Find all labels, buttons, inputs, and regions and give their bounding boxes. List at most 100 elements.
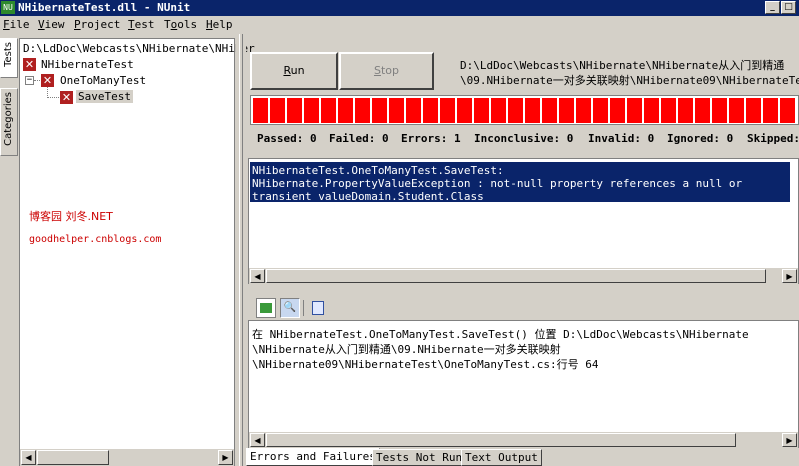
magnifier-icon[interactable]: 🔍 (280, 298, 300, 318)
tree-connector (47, 97, 59, 99)
nunit-app-icon: NU (1, 1, 15, 14)
watermark-url: goodhelper.cnblogs.com (29, 234, 162, 245)
tab-errors-and-failures[interactable]: Errors and Failures (246, 448, 380, 466)
error-item-selected[interactable]: NHibernateTest.OneToManyTest.SaveTest: N… (250, 162, 790, 203)
progress-block (474, 98, 489, 123)
tab-tests[interactable]: Tests (0, 38, 18, 78)
stack-trace-panel[interactable]: 在 NHibernateTest.OneToManyTest.SaveTest(… (248, 320, 799, 448)
inconclusive-count: Inconclusive: 0 (474, 132, 574, 145)
progress-block (304, 98, 319, 123)
error-message-cont: transient valueDomain.Student.Class (252, 190, 484, 203)
progress-block (287, 98, 302, 123)
menu-view[interactable]: View (38, 18, 65, 32)
source-code-icon[interactable] (256, 298, 276, 318)
progress-block (729, 98, 744, 123)
progress-block (525, 98, 540, 123)
scroll-thumb[interactable] (266, 269, 766, 283)
toolbar-separator (303, 300, 304, 316)
collapse-toggle[interactable]: − (25, 76, 34, 85)
scroll-left-button[interactable]: ◀ (250, 433, 265, 447)
stack-trace-line-2: \NHibernate从入门到精通\09.NHibernate一对多关联映射 (252, 343, 561, 356)
tab-tests-not-run[interactable]: Tests Not Run (372, 449, 467, 466)
progress-block (355, 98, 370, 123)
pane-splitter[interactable] (236, 34, 246, 466)
failed-icon: ✕ (41, 74, 54, 87)
progress-block (338, 98, 353, 123)
progress-block (644, 98, 659, 123)
progress-block (542, 98, 557, 123)
tree-hscrollbar[interactable]: ◀ ▶ (20, 448, 234, 466)
tab-categories-label: Categories (3, 92, 14, 146)
error-test-name: NHibernateTest.OneToManyTest.SaveTest: (252, 164, 504, 177)
tree-connector (34, 80, 40, 82)
progress-block (678, 98, 693, 123)
scroll-thumb[interactable] (266, 433, 736, 447)
test-tree[interactable]: D:\LdDoc\Webcasts\NHibernate\NHiber ✕ NH… (19, 38, 255, 466)
passed-count: Passed: 0 (257, 132, 317, 145)
progress-block (440, 98, 455, 123)
run-path-line-2: \09.NHibernate一对多关联映射\NHibernate09\NHibe… (460, 74, 799, 87)
run-button[interactable]: Run (250, 52, 338, 90)
menu-bar: File View Project Test Tools Help (0, 16, 799, 34)
scroll-right-button[interactable]: ▶ (782, 433, 797, 447)
tab-text-output[interactable]: Text Output (461, 449, 542, 466)
scroll-thumb[interactable] (37, 450, 109, 465)
progress-block (457, 98, 472, 123)
stack-trace-line-1: 在 NHibernateTest.OneToManyTest.SaveTest(… (252, 328, 749, 341)
progress-block (712, 98, 727, 123)
trace-hscrollbar[interactable]: ◀ ▶ (249, 431, 798, 448)
menu-file[interactable]: File (3, 18, 30, 32)
copy-icon[interactable] (308, 298, 328, 318)
skipped-count: Skipped: (747, 132, 799, 145)
progress-block (746, 98, 761, 123)
failed-icon: ✕ (60, 91, 73, 104)
failed-count: Failed: 0 (329, 132, 389, 145)
progress-block (780, 98, 795, 123)
tab-categories[interactable]: Categories (0, 88, 18, 156)
scroll-left-button[interactable]: ◀ (21, 450, 36, 465)
scroll-right-button[interactable]: ▶ (782, 269, 797, 283)
progress-block (372, 98, 387, 123)
progress-block (253, 98, 268, 123)
watermark-text: 博客园 刘冬.NET (29, 210, 113, 223)
run-path-line-1: D:\LdDoc\Webcasts\NHibernate\NHibernate从… (460, 59, 785, 72)
progress-block (559, 98, 574, 123)
trace-toolbar: 🔍 (248, 296, 799, 320)
failed-icon: ✕ (23, 58, 36, 71)
menu-project[interactable]: Project (74, 18, 120, 32)
progress-block (389, 98, 404, 123)
progress-block (321, 98, 336, 123)
scroll-right-button[interactable]: ▶ (218, 450, 233, 465)
tab-tests-label: Tests (3, 42, 14, 67)
assembly-path: D:\LdDoc\Webcasts\NHibernate\NHiber (23, 42, 255, 55)
progress-block (491, 98, 506, 123)
errors-count: Errors: 1 (401, 132, 461, 145)
scroll-left-button[interactable]: ◀ (250, 269, 265, 283)
ignored-count: Ignored: 0 (667, 132, 734, 145)
menu-help[interactable]: Help (206, 18, 233, 32)
progress-block (593, 98, 608, 123)
maximize-button[interactable]: □ (781, 1, 796, 14)
error-list[interactable]: NHibernateTest.OneToManyTest.SaveTest: N… (248, 158, 799, 284)
tree-node-savetest[interactable]: SaveTest (76, 90, 133, 103)
minimize-button[interactable]: _ (765, 1, 780, 14)
progress-block (270, 98, 285, 123)
title-bar[interactable]: NU NHibernateTest.dll - NUnit _ □ (0, 0, 799, 16)
invalid-count: Invalid: 0 (588, 132, 655, 145)
error-hscrollbar[interactable]: ◀ ▶ (249, 267, 798, 284)
tree-node-onetomanytest[interactable]: OneToManyTest (60, 74, 146, 87)
progress-block (423, 98, 438, 123)
progress-block (627, 98, 642, 123)
stack-trace-line-3: \NHibernate09\NHibernateTest\OneToManyTe… (252, 358, 599, 371)
menu-test[interactable]: Test (128, 18, 155, 32)
progress-block (508, 98, 523, 123)
error-message: NHibernate.PropertyValueException : not-… (252, 177, 743, 190)
menu-tools[interactable]: Tools (164, 18, 197, 32)
tree-node-nhibernatetest[interactable]: NHibernateTest (41, 58, 134, 71)
progress-block (661, 98, 676, 123)
stop-button[interactable]: Stop (339, 52, 434, 90)
progress-bar (250, 95, 799, 125)
progress-block (695, 98, 710, 123)
progress-block (763, 98, 778, 123)
progress-block (406, 98, 421, 123)
